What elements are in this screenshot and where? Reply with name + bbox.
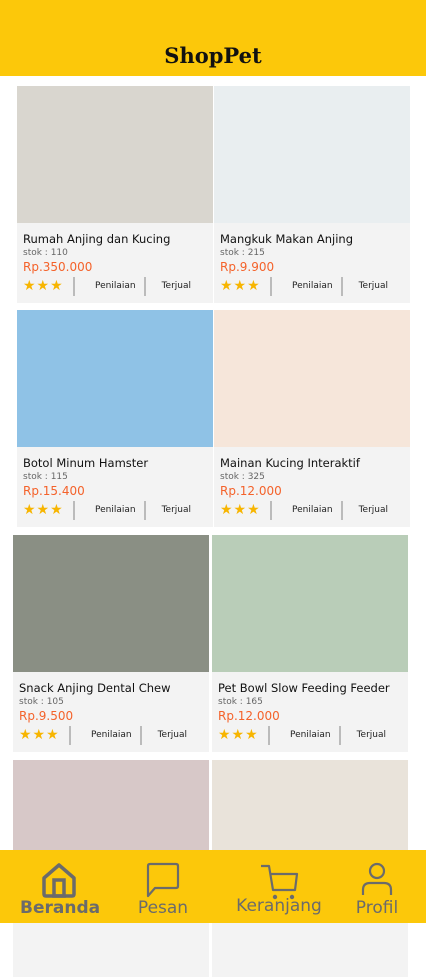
product-stock: stok : 105 bbox=[19, 697, 64, 707]
nav-label: Pesan bbox=[137, 898, 189, 918]
product-name: Pet Bowl Slow Feeding Feeder bbox=[218, 681, 390, 695]
rating-label: Penilaian bbox=[292, 281, 333, 291]
sold-label: Terjual bbox=[161, 281, 192, 291]
nav-label: Beranda bbox=[20, 898, 101, 918]
product-image bbox=[17, 310, 213, 447]
sold-label: Terjual bbox=[356, 730, 387, 740]
product-image bbox=[214, 86, 410, 223]
product-card[interactable]: Botol Minum Hamster stok : 115 Rp.15.400… bbox=[17, 310, 213, 527]
product-stock: stok : 325 bbox=[220, 472, 265, 482]
star-rating-icon: ★★★ bbox=[23, 278, 64, 294]
product-name: Mainan Kucing Interaktif bbox=[220, 456, 360, 470]
product-price: Rp.9.900 bbox=[220, 260, 275, 274]
product-image bbox=[17, 86, 213, 223]
bottom-nav: Beranda Pesan Keranjang Profil bbox=[0, 850, 426, 923]
product-stock: stok : 115 bbox=[23, 472, 68, 482]
cart-icon bbox=[261, 864, 299, 900]
product-name: Botol Minum Hamster bbox=[23, 456, 149, 470]
app-title: ShopPet bbox=[164, 43, 262, 68]
nav-keranjang[interactable]: Keranjang bbox=[234, 850, 324, 916]
nav-profil[interactable]: Profil bbox=[352, 850, 402, 918]
product-name: Mangkuk Makan Anjing bbox=[220, 232, 354, 246]
sold-label: Terjual bbox=[157, 730, 188, 740]
user-icon bbox=[361, 862, 393, 895]
product-stock: stok : 165 bbox=[218, 697, 263, 707]
sold-label: Terjual bbox=[358, 505, 389, 515]
star-rating-icon: ★★★ bbox=[23, 502, 64, 518]
home-icon bbox=[42, 863, 76, 898]
nav-pesan[interactable]: Pesan bbox=[130, 850, 196, 918]
nav-label: Profil bbox=[355, 898, 399, 918]
product-image bbox=[214, 310, 410, 447]
product-price: Rp.12.000 bbox=[220, 484, 282, 498]
product-stock: stok : 215 bbox=[220, 248, 265, 258]
product-name: Rumah Anjing dan Kucing bbox=[23, 232, 171, 246]
product-price: Rp.9.500 bbox=[19, 709, 74, 723]
product-name: Snack Anjing Dental Chew bbox=[19, 681, 171, 695]
product-card[interactable]: Mangkuk Makan Anjing stok : 215 Rp.9.900… bbox=[214, 86, 410, 303]
star-rating-icon: ★★★ bbox=[19, 727, 60, 743]
star-rating-icon: ★★★ bbox=[220, 278, 261, 294]
product-stock: stok : 110 bbox=[23, 248, 68, 258]
product-price: Rp.350.000 bbox=[23, 260, 93, 274]
star-rating-icon: ★★★ bbox=[220, 502, 261, 518]
product-card[interactable]: Pet Bowl Slow Feeding Feeder stok : 165 … bbox=[212, 535, 408, 752]
product-image bbox=[212, 535, 408, 672]
product-card[interactable]: Mainan Kucing Interaktif stok : 325 Rp.1… bbox=[214, 310, 410, 527]
product-price: Rp.12.000 bbox=[218, 709, 280, 723]
sold-label: Terjual bbox=[358, 281, 389, 291]
rating-label: Penilaian bbox=[95, 281, 136, 291]
app-header: ShopPet bbox=[0, 0, 426, 76]
chat-icon bbox=[146, 862, 180, 898]
rating-label: Penilaian bbox=[91, 730, 132, 740]
rating-label: Penilaian bbox=[290, 730, 331, 740]
product-card[interactable]: Snack Anjing Dental Chew stok : 105 Rp.9… bbox=[13, 535, 209, 752]
nav-beranda[interactable]: Beranda bbox=[20, 850, 101, 918]
rating-label: Penilaian bbox=[95, 505, 136, 515]
nav-label: Keranjang bbox=[236, 896, 322, 916]
star-rating-icon: ★★★ bbox=[218, 727, 259, 743]
product-card[interactable]: Rumah Anjing dan Kucing stok : 110 Rp.35… bbox=[17, 86, 213, 303]
product-price: Rp.15.400 bbox=[23, 484, 85, 498]
product-image bbox=[13, 535, 209, 672]
sold-label: Terjual bbox=[161, 505, 192, 515]
rating-label: Penilaian bbox=[292, 505, 333, 515]
